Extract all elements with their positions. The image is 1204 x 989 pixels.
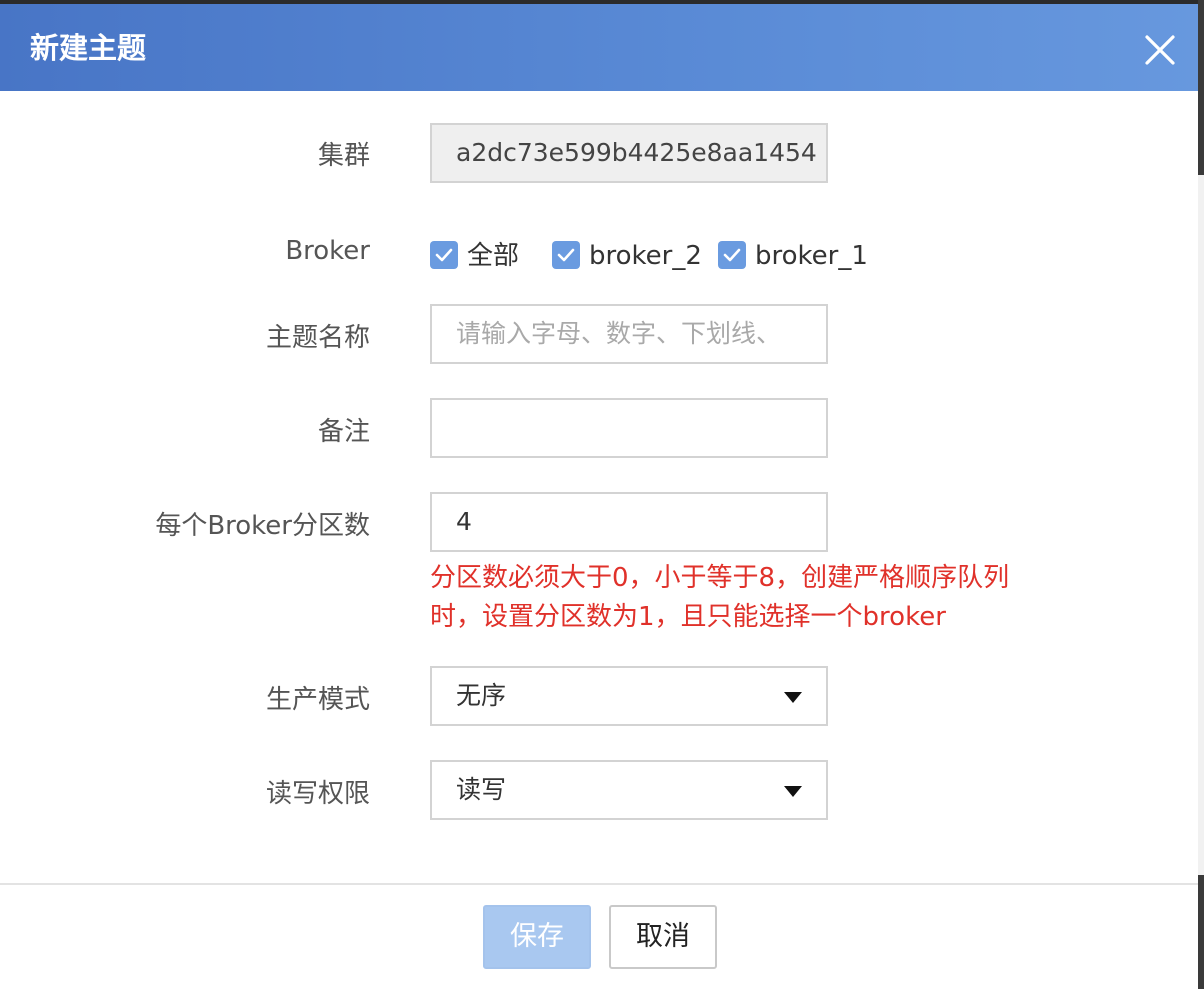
topic-name-input[interactable]: 请输入字母、数字、下划线、: [430, 304, 828, 364]
background-scroll-gap: [1198, 175, 1204, 875]
partitions-hint-line-2: 时，设置分区数为1，且只能选择一个broker: [430, 602, 946, 632]
footer-divider: [0, 883, 1198, 885]
partitions-validation-hint: 分区数必须大于0，小于等于8，创建严格顺序队列 时，设置分区数为1，且只能选择一…: [430, 559, 1070, 637]
save-button[interactable]: 保存: [483, 905, 591, 969]
dropdown-arrow-icon: [784, 692, 802, 703]
cluster-field: a2dc73e599b4425e8aa1454: [430, 123, 828, 183]
dialog-title: 新建主题: [30, 31, 147, 65]
broker-checkbox-broker-1-label: broker_1: [755, 241, 868, 271]
checkbox-checked-icon: [552, 241, 580, 269]
partitions-label: 每个Broker分区数: [155, 511, 370, 541]
permission-select[interactable]: 读写: [430, 760, 828, 820]
cancel-button[interactable]: 取消: [609, 905, 717, 969]
partitions-hint-line-1: 分区数必须大于0，小于等于8，创建严格顺序队列: [430, 563, 1010, 593]
produce-mode-label: 生产模式: [265, 685, 370, 715]
broker-checkbox-broker-2-label: broker_2: [589, 241, 702, 271]
cluster-label: 集群: [317, 141, 370, 171]
produce-mode-selected-value: 无序: [456, 681, 507, 710]
broker-checkbox-broker-1[interactable]: broker_1: [718, 236, 868, 276]
remark-label: 备注: [317, 417, 370, 447]
checkbox-checked-icon: [718, 241, 746, 269]
broker-checkbox-all-label: 全部: [467, 241, 520, 271]
broker-label: Broker: [285, 236, 370, 266]
remark-input[interactable]: [430, 398, 828, 458]
partitions-input[interactable]: 4: [430, 492, 828, 552]
permission-selected-value: 读写: [456, 775, 507, 804]
close-icon: [1145, 35, 1175, 65]
broker-checkbox-broker-2[interactable]: broker_2: [552, 236, 702, 276]
broker-checkbox-all[interactable]: 全部: [430, 236, 530, 276]
create-topic-dialog: 新建主题 集群 a2dc73e599b4425e8aa1454 Broker 全…: [0, 4, 1198, 989]
dialog-header: 新建主题: [0, 4, 1198, 91]
topic-name-placeholder: 请输入字母、数字、下划线、: [456, 319, 782, 348]
produce-mode-select[interactable]: 无序: [430, 666, 828, 726]
checkbox-checked-icon: [430, 241, 458, 269]
dropdown-arrow-icon: [784, 786, 802, 797]
permission-label: 读写权限: [265, 779, 370, 809]
close-button[interactable]: [1140, 30, 1180, 70]
topic-name-label: 主题名称: [265, 323, 370, 353]
